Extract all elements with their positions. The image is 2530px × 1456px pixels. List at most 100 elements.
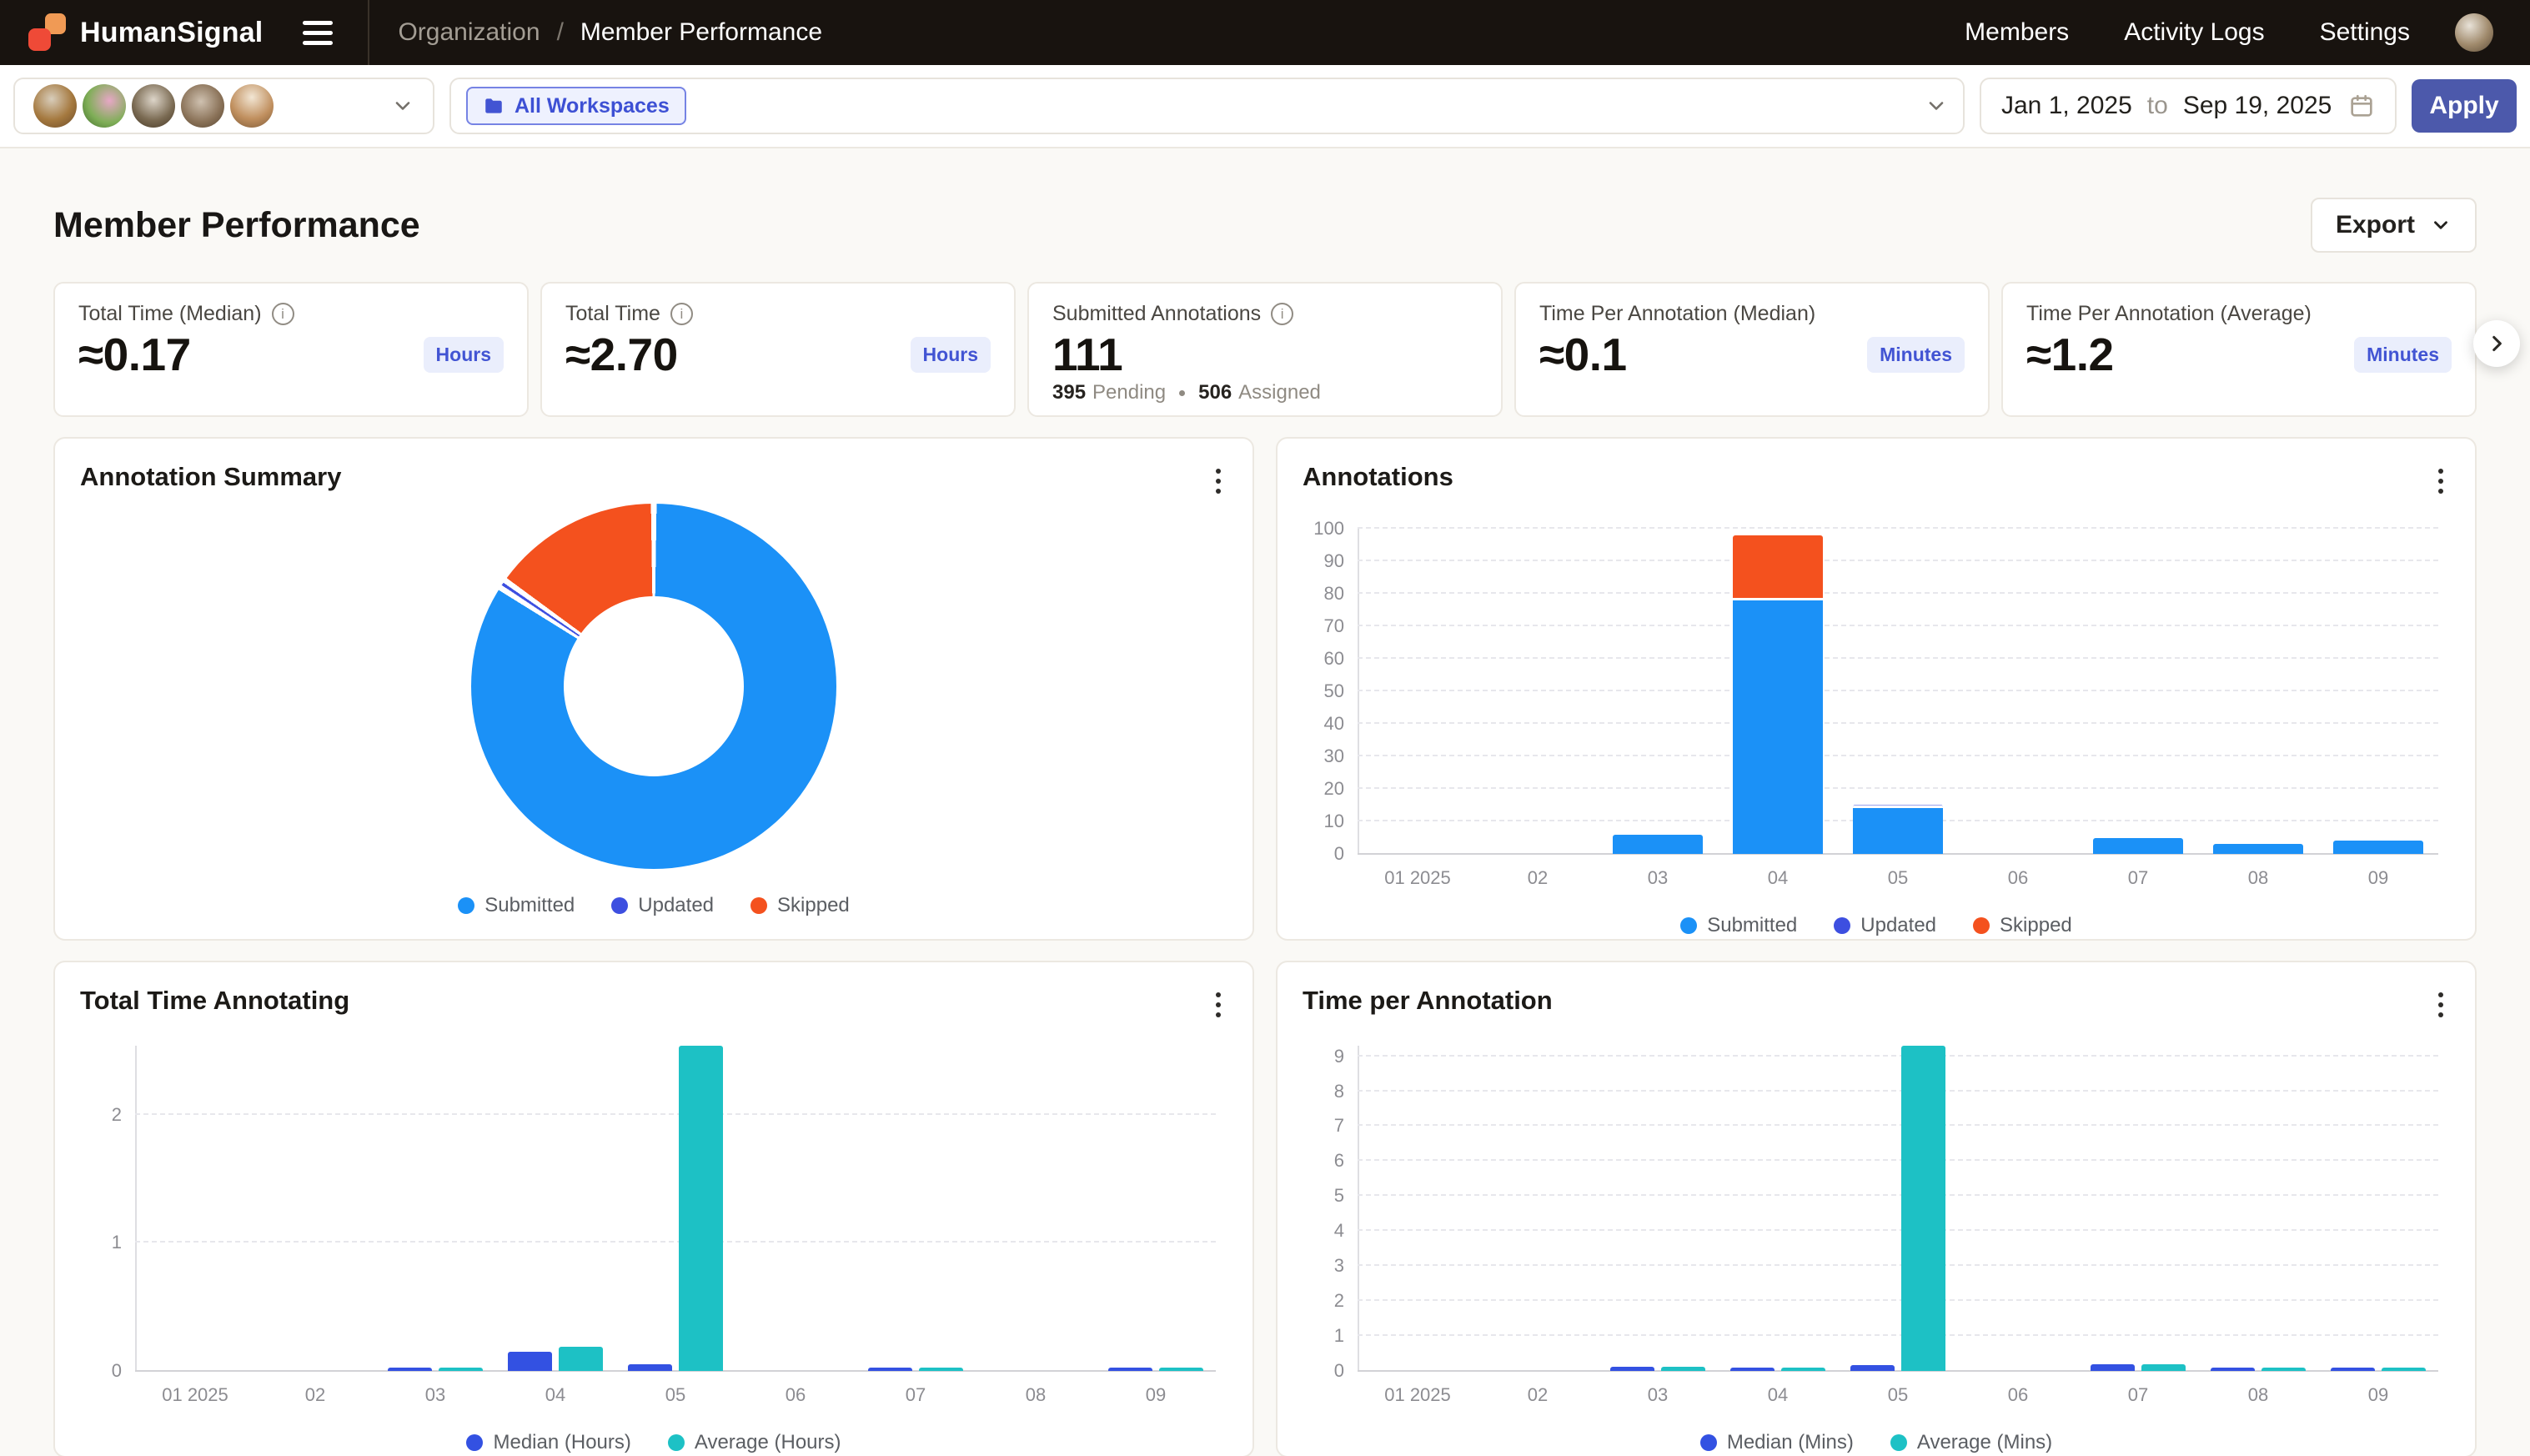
members-filter-select[interactable] xyxy=(13,78,434,134)
calendar-icon[interactable] xyxy=(2348,93,2375,119)
legend-dot xyxy=(1834,917,1850,934)
legend-item-updated[interactable]: Updated xyxy=(611,894,714,917)
bar-median-hours[interactable] xyxy=(1108,1368,1152,1371)
info-icon[interactable]: i xyxy=(1271,303,1293,325)
metric-label-row: Submitted Annotations i xyxy=(1052,302,1478,326)
x-tick-label: 02 xyxy=(1478,1384,1598,1406)
y-tick-label: 6 xyxy=(1334,1150,1344,1172)
legend-label: Skipped xyxy=(777,894,850,917)
bar-submitted[interactable] xyxy=(1853,808,1943,854)
bar-average-hours[interactable] xyxy=(919,1368,963,1371)
stacked-bar[interactable] xyxy=(2213,844,2303,854)
bar-median-mins[interactable] xyxy=(2331,1368,2375,1371)
bar-median-hours[interactable] xyxy=(868,1368,912,1371)
stacked-bar[interactable] xyxy=(2333,841,2423,854)
kebab-menu-icon[interactable] xyxy=(2432,986,2450,1024)
bar-submitted[interactable] xyxy=(2093,838,2183,855)
legend-item-median-mins[interactable]: Median (Mins) xyxy=(1700,1431,1854,1454)
bar-average-hours[interactable] xyxy=(679,1046,723,1371)
metric-label: Time Per Annotation (Median) xyxy=(1539,302,1815,326)
metrics-row: Total Time (Median)i≈0.17HoursTotal Time… xyxy=(53,282,2477,417)
kebab-menu-icon[interactable] xyxy=(2432,462,2450,500)
legend-item-submitted[interactable]: Submitted xyxy=(458,894,575,917)
stacked-bar[interactable] xyxy=(1733,535,1823,854)
legend-item-skipped[interactable]: Skipped xyxy=(750,894,850,917)
chart-title: Annotation Summary xyxy=(55,462,1252,492)
brand-name: HumanSignal xyxy=(80,17,263,49)
y-tick-label: 40 xyxy=(1324,713,1344,735)
bar-median-hours[interactable] xyxy=(628,1364,672,1371)
legend-item-average-mins[interactable]: Average (Mins) xyxy=(1890,1431,2052,1454)
export-label: Export xyxy=(2336,211,2415,239)
kebab-menu-icon[interactable] xyxy=(1209,462,1227,500)
metric-value-row: ≈0.1Minutes xyxy=(1539,328,1965,381)
hamburger-menu-icon[interactable] xyxy=(298,16,338,50)
donut-ring[interactable] xyxy=(471,504,836,869)
workspaces-filter-select[interactable]: All Workspaces xyxy=(449,78,1965,134)
kebab-menu-icon[interactable] xyxy=(1209,986,1227,1024)
user-avatar[interactable] xyxy=(2455,13,2493,52)
bar-median-hours[interactable] xyxy=(388,1368,432,1371)
bar-median-mins[interactable] xyxy=(1850,1365,1895,1371)
apply-button[interactable]: Apply xyxy=(2412,79,2517,133)
bar-group-06 xyxy=(735,1046,856,1371)
bar-group-01-2025 xyxy=(135,1046,255,1371)
y-tick-label: 3 xyxy=(1334,1255,1344,1277)
bar-median-mins[interactable] xyxy=(2211,1368,2255,1371)
bar-group-02 xyxy=(255,1046,375,1371)
metric-value-row: ≈1.2Minutes xyxy=(2026,328,2452,381)
legend-label: Skipped xyxy=(2000,914,2072,937)
bar-skipped[interactable] xyxy=(1733,535,1823,600)
legend-item-updated[interactable]: Updated xyxy=(1834,914,1936,937)
chart-title: Annotations xyxy=(1278,462,2475,492)
bar-submitted[interactable] xyxy=(1613,835,1703,854)
legend-item-skipped[interactable]: Skipped xyxy=(1973,914,2072,937)
info-icon[interactable]: i xyxy=(670,303,693,325)
bar-average-hours[interactable] xyxy=(439,1368,483,1371)
bar-average-mins[interactable] xyxy=(2141,1364,2186,1371)
legend-item-submitted[interactable]: Submitted xyxy=(1680,914,1797,937)
bar-average-mins[interactable] xyxy=(2382,1368,2426,1371)
stacked-bar[interactable] xyxy=(1613,835,1703,854)
metrics-next-button[interactable] xyxy=(2473,320,2520,367)
page-title: Member Performance xyxy=(53,205,420,246)
legend-item-median-hours[interactable]: Median (Hours) xyxy=(466,1431,630,1454)
bar-median-mins[interactable] xyxy=(1610,1367,1654,1371)
bar-group-08 xyxy=(976,1046,1096,1371)
nav-item-settings[interactable]: Settings xyxy=(2320,18,2410,47)
bar-median-mins[interactable] xyxy=(2091,1364,2135,1371)
bar-submitted[interactable] xyxy=(2333,841,2423,854)
bar-average-mins[interactable] xyxy=(2261,1368,2306,1371)
date-range-input[interactable]: Jan 1, 2025 to Sep 19, 2025 xyxy=(1980,78,2397,134)
metric-label: Submitted Annotations xyxy=(1052,302,1261,326)
breadcrumb-parent[interactable]: Organization xyxy=(398,18,540,47)
bar-submitted[interactable] xyxy=(1733,600,1823,854)
humansignal-logo-icon[interactable] xyxy=(28,13,67,52)
y-tick-label: 90 xyxy=(1324,550,1344,572)
info-icon[interactable]: i xyxy=(272,303,294,325)
bar-average-mins[interactable] xyxy=(1781,1368,1825,1371)
dot-separator xyxy=(1179,390,1185,396)
bar-group-04 xyxy=(495,1046,615,1371)
bar-average-hours[interactable] xyxy=(1159,1368,1203,1371)
nav-item-activity-logs[interactable]: Activity Logs xyxy=(2124,18,2264,47)
all-workspaces-chip[interactable]: All Workspaces xyxy=(466,87,686,125)
bar-group-02 xyxy=(1478,529,1598,854)
bar-median-hours[interactable] xyxy=(508,1352,552,1371)
legend-item-average-hours[interactable]: Average (Hours) xyxy=(668,1431,841,1454)
unit-badge: Hours xyxy=(911,337,991,373)
bar-submitted[interactable] xyxy=(2213,844,2303,854)
footer-label: Pending xyxy=(1092,381,1166,404)
bar-average-hours[interactable] xyxy=(559,1347,603,1371)
bar-average-mins[interactable] xyxy=(1901,1046,1945,1371)
export-button[interactable]: Export xyxy=(2311,198,2477,253)
y-tick-label: 100 xyxy=(1313,518,1344,540)
bar-median-mins[interactable] xyxy=(1730,1368,1775,1371)
bar-group-08 xyxy=(2198,529,2318,854)
nav-item-members[interactable]: Members xyxy=(1965,18,2069,47)
charts-row-2: Total Time Annotating 012 01 20250203040… xyxy=(53,961,2477,1456)
stacked-bar[interactable] xyxy=(1853,805,1943,854)
bar-average-mins[interactable] xyxy=(1661,1367,1705,1371)
metric-card-total-time: Total Timei≈2.70Hours xyxy=(540,282,1016,417)
stacked-bar[interactable] xyxy=(2093,838,2183,855)
